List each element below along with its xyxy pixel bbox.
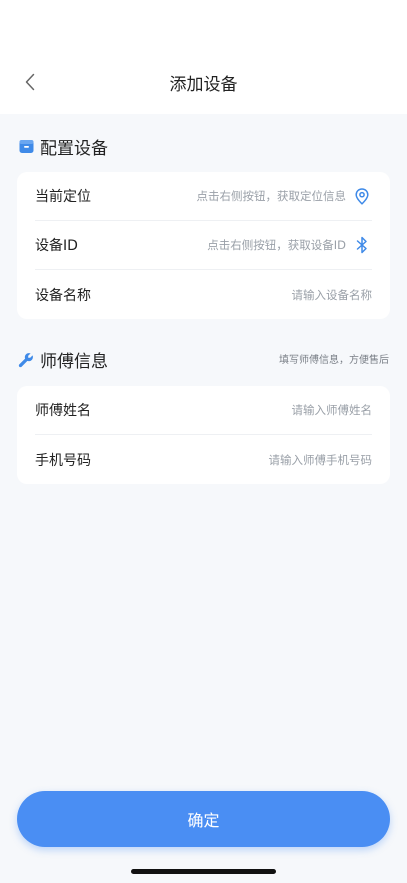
phone-input[interactable] bbox=[172, 452, 372, 467]
master-section-header: 师傅信息 bbox=[18, 347, 108, 372]
add-device-screen: 添加设备 配置设备 当前定位 点击右侧按钮，获取定位信息 设备ID 点击右侧按钮… bbox=[0, 0, 407, 883]
bluetooth-icon[interactable] bbox=[352, 235, 372, 255]
config-section-title: 配置设备 bbox=[40, 139, 108, 159]
device-id-row: 设备ID 点击右侧按钮，获取设备ID bbox=[35, 221, 372, 270]
device-name-input[interactable] bbox=[172, 287, 372, 302]
master-card: 师傅姓名 手机号码 bbox=[17, 386, 390, 484]
location-row: 当前定位 点击右侧按钮，获取定位信息 bbox=[35, 172, 372, 221]
master-name-label: 师傅姓名 bbox=[35, 403, 91, 419]
home-indicator bbox=[131, 869, 276, 874]
page-title: 添加设备 bbox=[169, 75, 238, 95]
device-name-row: 设备名称 bbox=[35, 270, 372, 319]
phone-label: 手机号码 bbox=[35, 452, 91, 469]
master-section-hint: 填写师傅信息，方便售后 bbox=[279, 355, 389, 366]
location-label: 当前定位 bbox=[35, 189, 91, 205]
wrench-icon bbox=[18, 352, 34, 368]
config-card: 当前定位 点击右侧按钮，获取定位信息 设备ID 点击右侧按钮，获取设备ID 设备… bbox=[17, 172, 390, 319]
box-icon bbox=[18, 139, 34, 155]
nav-bar: 添加设备 bbox=[0, 0, 407, 114]
master-section-title: 师傅信息 bbox=[40, 352, 108, 372]
device-name-label: 设备名称 bbox=[35, 287, 91, 304]
confirm-button[interactable]: 确定 bbox=[17, 791, 390, 847]
device-id-label: 设备ID bbox=[35, 238, 78, 254]
config-section-header: 配置设备 bbox=[18, 134, 108, 159]
location-pin-icon[interactable] bbox=[352, 186, 372, 206]
phone-row: 手机号码 bbox=[35, 435, 372, 484]
device-id-hint: 点击右侧按钮，获取设备ID bbox=[207, 238, 346, 252]
master-name-row: 师傅姓名 bbox=[35, 386, 372, 435]
location-hint: 点击右侧按钮，获取定位信息 bbox=[196, 189, 347, 203]
master-name-input[interactable] bbox=[172, 403, 372, 417]
